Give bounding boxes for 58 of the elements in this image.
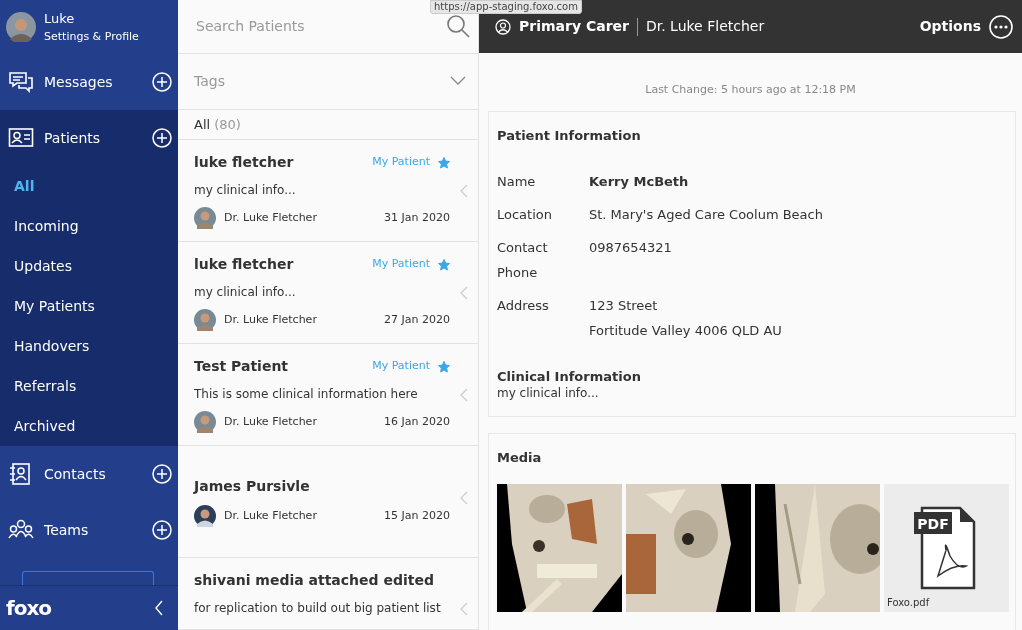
patient-tag: My Patient [372, 256, 430, 273]
sidebar-item[interactable]: Teams [44, 519, 142, 541]
sidebar-item[interactable]: Messages [44, 71, 142, 93]
logo: foxo [6, 595, 52, 622]
search-field[interactable]: Search Patients [194, 14, 446, 38]
field-value: 123 Street [589, 297, 659, 315]
sidebar-item[interactable]: Contacts [44, 463, 142, 485]
doctor-name: Dr. Luke Fletcher [224, 209, 317, 226]
doctor-name: Dr. Luke Fletcher [224, 311, 317, 328]
patient-tag: My Patient [372, 154, 430, 171]
field-value: St. Mary's Aged Care Coolum Beach [589, 206, 824, 224]
section-title: Patient Information [497, 126, 642, 145]
field-label: Name [497, 173, 537, 191]
url-tooltip: https://app-staging.foxo.com [430, 0, 582, 14]
clinical-info: my clinical info... [497, 385, 600, 402]
clinical-info: This is some clinical information here [194, 386, 419, 403]
section-title: Media [497, 449, 543, 467]
sidebar-subitem[interactable]: Archived [0, 406, 178, 446]
field-value: Kerry McBeth [589, 173, 690, 191]
filter-label: All [194, 115, 211, 134]
patient-name[interactable]: James Pursivle [194, 476, 310, 497]
file-tile[interactable]: PDF Foxo.pdf [884, 483, 1009, 612]
clinical-info: for replication to build out big patient list [194, 600, 442, 617]
patient-date: 31 Jan 2020 [384, 209, 450, 226]
sidebar-subitem[interactable]: Updates [0, 246, 178, 286]
patient-name[interactable]: Test Patient [194, 356, 289, 377]
section-title: Clinical Information [497, 369, 642, 384]
patient-date: 27 Jan 2020 [384, 311, 450, 328]
carer-role: Primary Carer [519, 17, 629, 36]
field-label: Contact Phone [497, 239, 549, 282]
sidebar-subitem[interactable]: Handovers [0, 326, 178, 366]
sidebar-subitem[interactable]: Referrals [0, 366, 178, 406]
field-value: Fortitude Valley 4006 QLD AU [589, 322, 783, 340]
field-value: 0987654321 [589, 239, 673, 257]
sidebar-subitem[interactable]: All [0, 166, 178, 206]
tags-label: Tags [194, 71, 225, 91]
settings-link[interactable]: Settings & Profile [44, 28, 139, 45]
patient-name[interactable]: luke fletcher [194, 152, 294, 173]
patient-date: 15 Jan 2020 [384, 507, 450, 524]
last-change: Last Change: 5 hours ago at 12:18 PM [644, 82, 857, 98]
options-button[interactable]: Options [918, 13, 1014, 40]
sidebar-subitem[interactable]: My Patients [0, 286, 178, 326]
doctor-name: Dr. Luke Fletcher [224, 413, 317, 430]
field-label: Location [497, 206, 553, 224]
carer-name: Dr. Luke Fletcher [645, 17, 765, 36]
patient-name[interactable]: luke fletcher [194, 254, 294, 275]
sidebar-item[interactable]: Patients [44, 127, 142, 149]
patient-date: 16 Jan 2020 [384, 413, 450, 430]
file-name: Foxo.pdf [887, 595, 930, 610]
field-label: Address [497, 297, 550, 315]
patient-name[interactable]: shivani media attached edited [194, 570, 434, 591]
patient-count: (80) [214, 115, 241, 134]
doctor-name: Dr. Luke Fletcher [224, 507, 317, 524]
user-name: Luke [44, 10, 76, 28]
sidebar-subitem[interactable]: Incoming [0, 206, 178, 246]
clinical-info: my clinical info... [194, 284, 297, 301]
patient-tag: My Patient [372, 358, 430, 375]
clinical-info: my clinical info... [194, 182, 297, 199]
